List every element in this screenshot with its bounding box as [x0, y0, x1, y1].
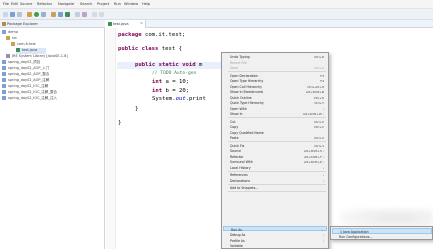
library-icon: [6, 54, 10, 58]
project-icon: [2, 96, 6, 100]
forward-icon[interactable]: [99, 12, 104, 17]
code-line-int-b[interactable]: int b = 20;: [152, 88, 189, 94]
menu-edit[interactable]: Edit: [11, 2, 18, 6]
menu-item-add-to-snippets[interactable]: Add to Snippets...: [223, 185, 327, 190]
external-tools-icon[interactable]: [41, 12, 46, 17]
package-icon: [11, 42, 15, 46]
menu-navigate[interactable]: Navigate: [58, 2, 74, 6]
submenu-item-run-configurations[interactable]: Run Configurations...: [332, 234, 432, 240]
editor-ruler: [106, 28, 116, 249]
code-line-close-class[interactable]: }: [118, 120, 121, 126]
code-line-print[interactable]: System.out.print: [152, 96, 206, 102]
menu-file[interactable]: File: [3, 2, 9, 6]
project-icon: [2, 30, 6, 34]
code-line-comment[interactable]: // TODO Auto-gen: [152, 71, 196, 76]
submenu-item-java-application[interactable]: 1 Java Application: [332, 228, 432, 234]
menu-item-paste[interactable]: Paste Ctrl+V: [223, 135, 327, 140]
print-icon[interactable]: [17, 12, 22, 17]
menu-search[interactable]: Search: [80, 2, 92, 6]
menu-window[interactable]: Window: [124, 2, 138, 6]
menu-refactor[interactable]: Refactor: [37, 2, 52, 6]
back-icon[interactable]: [92, 12, 97, 17]
project-icon: [2, 84, 6, 88]
package-explorer-icon: [2, 22, 6, 26]
open-type-icon[interactable]: [75, 12, 80, 17]
code-line-package[interactable]: package com.it.test;: [118, 32, 185, 38]
editor-context-menu: Undo Typing Ctrl+Z Revert File Save Ctrl+S…: [221, 52, 329, 249]
editor-tab-test-java[interactable]: test.java ×: [106, 20, 146, 28]
run-icon[interactable]: [34, 12, 39, 17]
menu-item-validate[interactable]: Validate: [223, 243, 327, 248]
editor-tab-strip: test.java ×: [106, 20, 433, 28]
menu-item-save: Save Ctrl+S: [230, 66, 324, 70]
menu-bar: File Edit Source Refactor Navigate Searc…: [0, 0, 433, 9]
run-as-submenu: 1 Java Application Run Configurations...: [330, 226, 433, 240]
menu-separator: [228, 191, 326, 192]
source-folder-icon: [6, 36, 10, 40]
code-line-class[interactable]: public class test {: [118, 46, 182, 52]
project-icon: [2, 90, 6, 94]
menu-item-run-as[interactable]: Run As ›: [223, 226, 327, 232]
menu-project[interactable]: Project: [97, 2, 109, 6]
menu-help[interactable]: Help: [142, 2, 150, 6]
project-icon: [2, 60, 6, 64]
tree-item-project[interactable]: spring_day02_IOC_注解_注入: [2, 96, 57, 102]
java-file-icon: [108, 22, 112, 26]
code-line-close-method[interactable]: }: [135, 106, 138, 112]
save-icon[interactable]: [10, 12, 15, 17]
menu-source[interactable]: Source: [20, 2, 32, 6]
blur-artifact: [340, 208, 433, 228]
close-icon[interactable]: ×: [140, 21, 143, 25]
new-icon[interactable]: [3, 12, 8, 17]
new-java-project-icon[interactable]: [51, 12, 56, 17]
package-explorer: Package Explorer demo src com.it.test te…: [0, 20, 105, 249]
menu-item-local-history[interactable]: Local History ›: [223, 165, 327, 170]
menu-item-show-in[interactable]: Show In Alt+Shift+W ›: [223, 111, 327, 116]
new-package-icon[interactable]: [58, 12, 63, 17]
new-class-icon[interactable]: [65, 12, 70, 17]
menu-run[interactable]: Run: [114, 2, 121, 6]
debug-icon[interactable]: [27, 12, 32, 17]
menu-item-declarations[interactable]: Declarations ›: [223, 178, 327, 183]
search-icon[interactable]: [82, 12, 87, 17]
project-icon: [2, 66, 6, 70]
package-explorer-title: Package Explorer: [7, 22, 39, 26]
toolbar: [0, 9, 433, 20]
package-explorer-header: Package Explorer: [0, 20, 105, 28]
code-line-int-a[interactable]: int a = 10;: [152, 79, 189, 85]
code-line-main[interactable]: public static void m: [135, 62, 202, 68]
project-icon: [2, 78, 6, 82]
editor-tab-label: test.java: [113, 22, 129, 26]
java-file-icon: [16, 48, 20, 52]
project-icon: [2, 72, 6, 76]
